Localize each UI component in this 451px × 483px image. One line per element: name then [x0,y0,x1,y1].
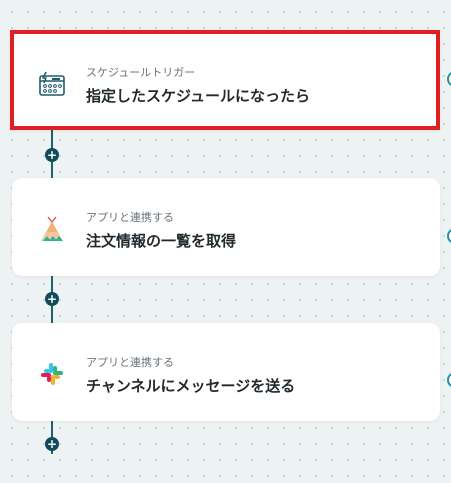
add-step-button[interactable]: + [45,437,59,451]
flow-step-card-send-message[interactable]: アプリと連携する チャンネルにメッセージを送る [12,323,440,421]
edge-handle[interactable] [447,372,451,388]
step-title: 指定したスケジュールになったら [86,87,310,105]
flow-step-card-fetch-orders[interactable]: アプリと連携する 注文情報の一覧を取得 [12,178,440,276]
step-subtitle: アプリと連携する [86,356,174,369]
step-subtitle: アプリと連携する [86,211,174,224]
edge-handle[interactable] [447,71,451,87]
teepee-app-icon [38,215,66,243]
add-step-button[interactable]: + [45,148,59,162]
slack-icon [38,360,66,388]
add-step-button[interactable]: + [45,292,59,306]
step-title: チャンネルにメッセージを送る [86,377,296,395]
flow-step-card-schedule-trigger[interactable]: スケジュールトリガー 指定したスケジュールになったら [10,30,440,130]
step-title: 注文情報の一覧を取得 [86,232,237,250]
edge-handle[interactable] [447,228,451,244]
schedule-trigger-icon [38,70,66,98]
step-subtitle: スケジュールトリガー [86,66,196,79]
